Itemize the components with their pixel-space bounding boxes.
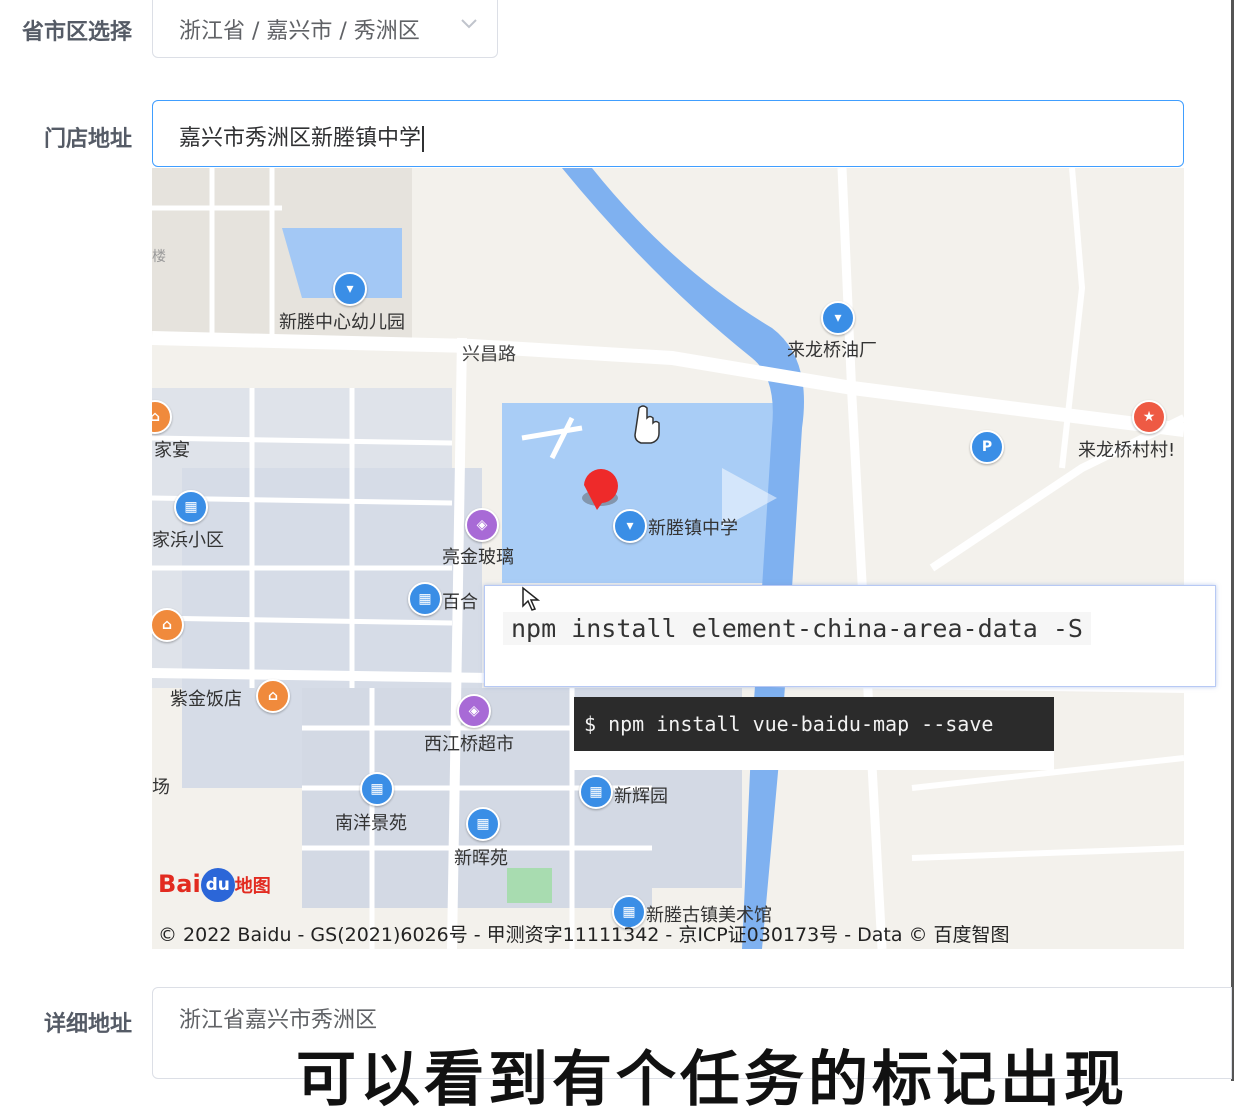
- poi-label: 来龙桥村村!: [1078, 440, 1176, 461]
- detail-label: 详细地址: [43, 1012, 132, 1037]
- address-label: 门店地址: [43, 127, 132, 152]
- poi-label: 新晖苑: [454, 848, 508, 869]
- poi-label: 家宴: [154, 440, 190, 461]
- poi-label: 西江桥超市: [424, 734, 514, 755]
- parking-icon[interactable]: P: [970, 430, 1004, 464]
- shop-icon[interactable]: ◈: [465, 508, 499, 542]
- video-subtitle: 可以看到有个任务的标记出现: [296, 1045, 1128, 1115]
- terminal-overlay: $ npm install vue-baidu-map --save: [574, 697, 1054, 770]
- poi-label: 新塍中心幼儿园: [279, 312, 405, 333]
- shop-icon[interactable]: ◈: [457, 694, 491, 728]
- residence-icon[interactable]: ▦: [466, 807, 500, 841]
- red-pin-icon[interactable]: ★: [1132, 400, 1166, 434]
- baidu-map[interactable]: ▾ 新塍中心幼儿园 兴昌路 ▾ 来龙桥油厂 ★ 来龙桥村村! P ⌂ 家宴 ▦ …: [152, 168, 1184, 949]
- poi-label: 楼: [152, 249, 166, 265]
- residence-icon[interactable]: ▦: [408, 582, 442, 616]
- poi-label: 亮金玻璃: [442, 547, 514, 568]
- store-address-value: 嘉兴市秀洲区新塍镇中学: [179, 120, 425, 152]
- poi-label: 新辉园: [614, 786, 668, 807]
- poi-label: 百合: [442, 592, 478, 613]
- poi-label: 南洋景苑: [335, 813, 407, 834]
- restaurant-icon[interactable]: ⌂: [256, 679, 290, 713]
- residence-icon[interactable]: ▦: [360, 772, 394, 806]
- map-base: [152, 168, 1184, 949]
- residence-icon[interactable]: ▦: [174, 490, 208, 524]
- chevron-down-icon: [461, 19, 477, 29]
- mouse-cursor-icon: [522, 586, 541, 611]
- park-icon[interactable]: ▾: [333, 272, 367, 306]
- poi-label: 新塍镇中学: [648, 518, 738, 539]
- baidu-paw-icon: du: [200, 868, 235, 902]
- store-address-input[interactable]: 嘉兴市秀洲区新塍镇中学: [152, 100, 1184, 167]
- school-icon[interactable]: ▾: [613, 509, 647, 543]
- region-label: 省市区选择: [21, 20, 132, 45]
- terminal-command: $ npm install vue-baidu-map --save: [574, 697, 1054, 751]
- poi-label: 家浜小区: [152, 530, 224, 551]
- text-caret: [422, 126, 425, 152]
- region-cascader[interactable]: 浙江省 / 嘉兴市 / 秀洲区: [152, 0, 498, 58]
- npm-command-text: npm install element-china-area-data -S: [503, 612, 1091, 645]
- road-label: 兴昌路: [462, 344, 516, 365]
- detail-address-value: 浙江省嘉兴市秀洲区: [179, 1008, 378, 1033]
- residence-icon[interactable]: ▦: [579, 775, 613, 809]
- map-copyright: © 2022 Baidu - GS(2021)6026号 - 甲测资字11111…: [158, 924, 1010, 946]
- poi-label: 场: [152, 777, 170, 798]
- poi-label: 来龙桥油厂: [787, 340, 877, 361]
- baidu-map-logo[interactable]: Bai du 地图: [158, 868, 271, 904]
- npm-command-overlay: npm install element-china-area-data -S: [484, 585, 1216, 687]
- poi-label: 紫金饭店: [170, 689, 242, 710]
- region-value: 浙江省 / 嘉兴市 / 秀洲区: [179, 19, 420, 44]
- pin-icon[interactable]: ▾: [821, 301, 855, 335]
